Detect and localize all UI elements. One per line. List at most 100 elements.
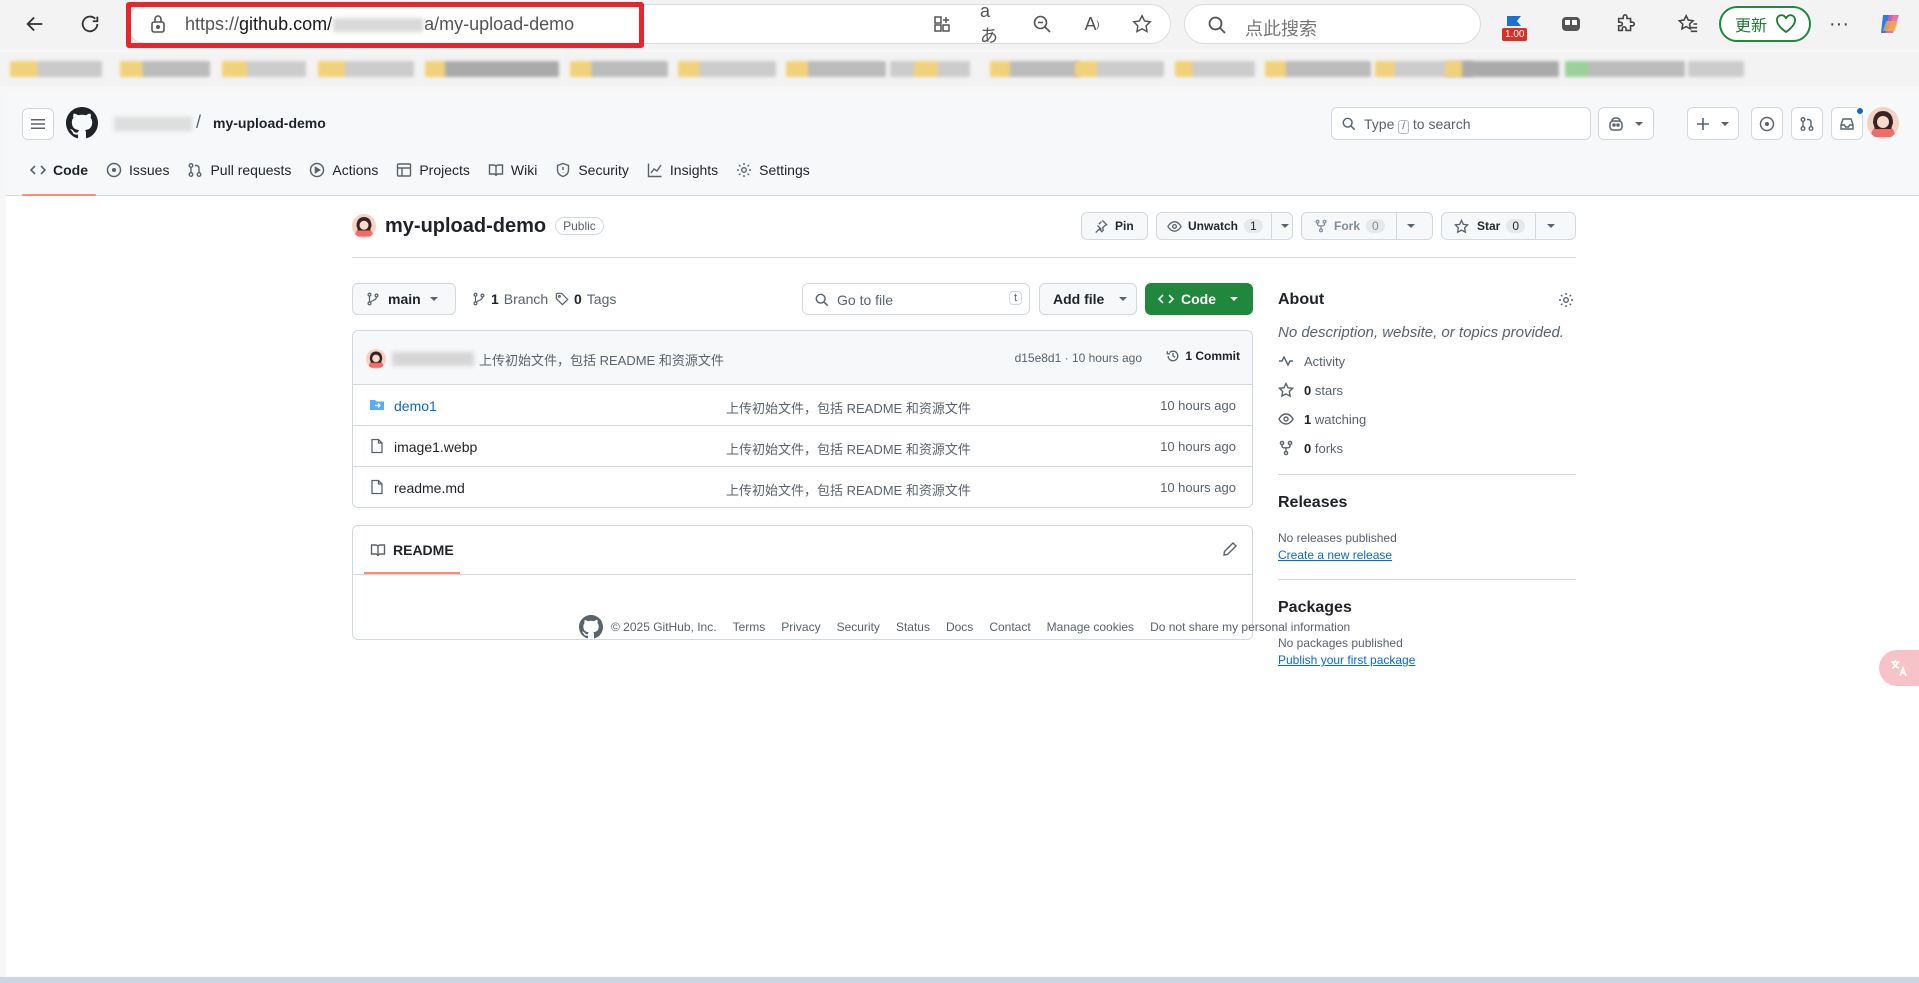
- tab-insights[interactable]: Insights: [639, 144, 726, 196]
- bookmark-item[interactable]: [1688, 61, 1744, 77]
- translate-icon[interactable]: aあ: [980, 1, 1004, 46]
- commit-history-link[interactable]: 1 Commit: [1166, 349, 1240, 363]
- watch-button[interactable]: Unwatch 1: [1156, 212, 1293, 240]
- bookmark-item[interactable]: [678, 61, 776, 77]
- copilot-icon[interactable]: [1876, 10, 1904, 38]
- go-to-file-input[interactable]: Go to file t: [802, 283, 1030, 315]
- bookmark-item[interactable]: [786, 61, 886, 77]
- file-commit-message[interactable]: 上传初始文件，包括 README 和资源文件: [726, 480, 971, 499]
- add-file-button[interactable]: Add file: [1039, 283, 1137, 315]
- bookmark-item[interactable]: [318, 61, 414, 77]
- star-button[interactable]: Star 0: [1441, 212, 1576, 240]
- avatar[interactable]: [1867, 107, 1899, 139]
- commit-message[interactable]: 上传初始文件，包括 README 和资源文件: [479, 350, 724, 369]
- owner-name-redacted[interactable]: [114, 117, 192, 131]
- tab-actions[interactable]: Actions: [301, 144, 386, 196]
- stars-link[interactable]: 0 stars: [1278, 381, 1576, 399]
- read-aloud-icon[interactable]: A): [1080, 12, 1104, 36]
- footer-copyright: © 2025 GitHub, Inc.: [611, 620, 717, 634]
- commit-avatar[interactable]: [366, 349, 386, 369]
- file-name[interactable]: image1.webp: [394, 439, 477, 455]
- footer-link-privacy[interactable]: Privacy: [781, 620, 820, 634]
- bookmark-item[interactable]: [1445, 61, 1559, 77]
- create-release-link[interactable]: Create a new release: [1278, 548, 1576, 562]
- pull-requests-button[interactable]: [1791, 107, 1823, 140]
- bookmark-item[interactable]: [890, 61, 970, 77]
- commit-author-redacted[interactable]: [392, 352, 474, 366]
- file-name[interactable]: readme.md: [394, 480, 465, 496]
- footer-link-contact[interactable]: Contact: [989, 620, 1030, 634]
- copilot-button[interactable]: [1598, 107, 1654, 140]
- bookmark-item[interactable]: [990, 61, 1080, 77]
- tab-wiki[interactable]: Wiki: [480, 144, 545, 196]
- branches-link[interactable]: 1 Branch: [472, 291, 548, 307]
- bookmark-item[interactable]: [1265, 61, 1371, 77]
- watching-link[interactable]: 1 watching: [1278, 410, 1576, 428]
- tab-issues[interactable]: Issues: [98, 144, 177, 196]
- github-logo-icon[interactable]: [66, 107, 98, 142]
- repo-name[interactable]: my-upload-demo: [385, 215, 546, 238]
- activity-link[interactable]: Activity: [1278, 352, 1576, 370]
- update-button[interactable]: 更新: [1719, 6, 1811, 42]
- table-row[interactable]: demo1 上传初始文件，包括 README 和资源文件 10 hours ag…: [353, 385, 1252, 426]
- menu-button[interactable]: [22, 108, 54, 140]
- back-button[interactable]: [19, 8, 51, 40]
- file-commit-message[interactable]: 上传初始文件，包括 README 和资源文件: [726, 439, 971, 458]
- github-search-input[interactable]: Type / to search: [1331, 107, 1591, 140]
- footer-link-security[interactable]: Security: [837, 620, 880, 634]
- fork-icon: [1315, 219, 1327, 233]
- favorite-star-icon[interactable]: [1130, 12, 1154, 36]
- footer-link-docs[interactable]: Docs: [946, 620, 973, 634]
- footer-link-do-not-share[interactable]: Do not share my personal information: [1150, 620, 1350, 634]
- reload-button[interactable]: [74, 8, 106, 40]
- commit-hash-time[interactable]: d15e8d1 · 10 hours ago: [1015, 351, 1142, 365]
- browser-search-box[interactable]: 点此搜索: [1184, 4, 1481, 44]
- github-mark-icon[interactable]: [579, 615, 603, 639]
- bookmark-item[interactable]: [570, 61, 668, 77]
- issues-button[interactable]: [1751, 107, 1783, 140]
- file-commit-message[interactable]: 上传初始文件，包括 README 和资源文件: [726, 398, 971, 417]
- zoom-out-icon[interactable]: [1030, 12, 1054, 36]
- tab-projects[interactable]: Projects: [388, 144, 478, 196]
- tab-pull-requests[interactable]: Pull requests: [179, 144, 299, 196]
- favorites-icon[interactable]: [1674, 10, 1702, 38]
- forks-link[interactable]: 0 forks: [1278, 439, 1576, 457]
- create-new-button[interactable]: [1687, 107, 1739, 140]
- gear-icon[interactable]: [1558, 292, 1574, 311]
- code-button[interactable]: Code: [1145, 283, 1253, 315]
- url-text[interactable]: https://github.com/a/my-upload-demo: [185, 14, 574, 35]
- extension-icon[interactable]: [1557, 10, 1585, 38]
- bookmark-item[interactable]: [10, 61, 102, 77]
- chevron-down-icon: [1119, 297, 1128, 301]
- footer-link-manage-cookies[interactable]: Manage cookies: [1047, 620, 1134, 634]
- lock-icon[interactable]: [150, 14, 166, 37]
- releases-heading[interactable]: Releases: [1278, 494, 1576, 512]
- owner-avatar[interactable]: [352, 214, 376, 238]
- tab-code[interactable]: Code: [22, 144, 96, 196]
- more-icon[interactable]: ···: [1825, 10, 1853, 38]
- tab-security[interactable]: Security: [547, 144, 637, 196]
- bookmark-item[interactable]: [425, 61, 559, 77]
- bookmark-item[interactable]: [222, 61, 306, 77]
- bookmark-item[interactable]: [1075, 61, 1164, 77]
- pin-button[interactable]: Pin: [1081, 212, 1148, 240]
- footer-link-status[interactable]: Status: [896, 620, 930, 634]
- readme-tab[interactable]: README: [364, 526, 460, 574]
- pencil-icon[interactable]: [1222, 541, 1238, 560]
- table-row[interactable]: readme.md 上传初始文件，包括 README 和资源文件 10 hour…: [353, 467, 1252, 507]
- app-available-icon[interactable]: [930, 12, 954, 36]
- footer-link-terms[interactable]: Terms: [733, 620, 766, 634]
- tags-link[interactable]: 0 Tags: [555, 291, 616, 307]
- file-name[interactable]: demo1: [394, 398, 437, 414]
- branch-selector[interactable]: main: [352, 283, 456, 315]
- fork-button[interactable]: Fork 0: [1301, 212, 1433, 240]
- puzzle-icon[interactable]: [1612, 10, 1640, 38]
- tab-settings[interactable]: Settings: [728, 144, 818, 196]
- floating-translate-widget[interactable]: [1879, 650, 1919, 686]
- bookmark-item[interactable]: [1175, 61, 1255, 77]
- breadcrumb-repo[interactable]: my-upload-demo: [213, 115, 326, 131]
- table-row[interactable]: image1.webp 上传初始文件，包括 README 和资源文件 10 ho…: [353, 426, 1252, 467]
- bookmark-item[interactable]: [120, 61, 210, 77]
- publish-package-link[interactable]: Publish your first package: [1278, 653, 1576, 667]
- bookmark-item[interactable]: [1565, 61, 1685, 77]
